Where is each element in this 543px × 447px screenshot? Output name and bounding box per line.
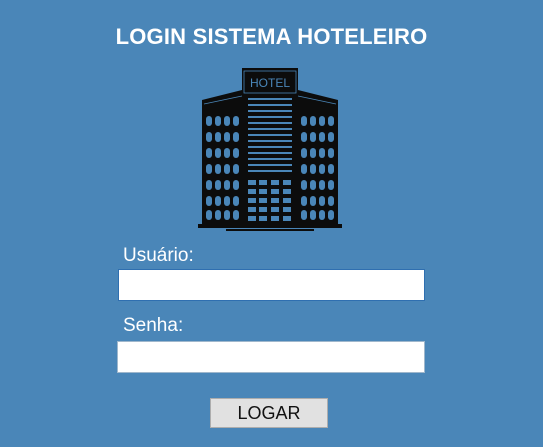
username-input[interactable]	[118, 269, 425, 301]
login-button[interactable]: LOGAR	[210, 398, 328, 428]
password-input[interactable]	[117, 341, 425, 373]
username-label: Usuário:	[123, 245, 194, 266]
password-label: Senha:	[123, 315, 184, 336]
login-page: LOGIN SISTEMA HOTELEIRO HOTEL Usuário: S…	[0, 0, 543, 447]
hotel-sign-text: HOTEL	[250, 76, 290, 90]
hotel-building-icon: HOTEL	[198, 68, 342, 231]
page-title: LOGIN SISTEMA HOTELEIRO	[115, 24, 428, 49]
